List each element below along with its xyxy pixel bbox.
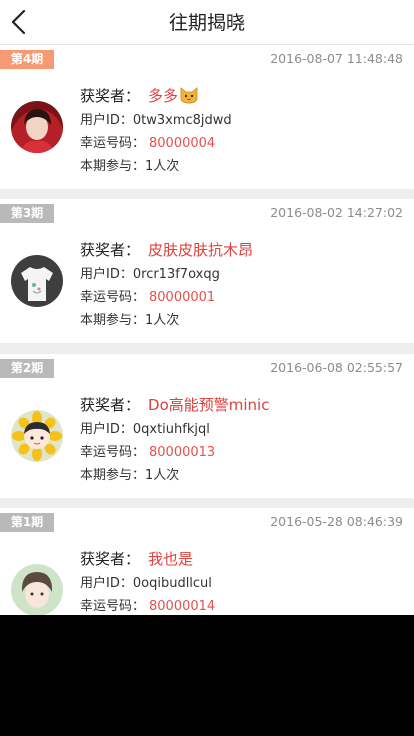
avatar bbox=[11, 564, 63, 615]
draw-time: 2016-06-08 02:55:57 bbox=[270, 360, 403, 375]
participation-label: 本期参与： bbox=[80, 159, 146, 174]
winner-name[interactable]: 我也是 bbox=[148, 550, 193, 568]
participation-row: 本期参与：1人次 bbox=[80, 155, 232, 178]
user-id-value: 0oqibudllcul bbox=[132, 576, 212, 591]
lucky-number-row: 幸运号码： 80000014 bbox=[80, 595, 215, 615]
winner-name[interactable]: 多多 bbox=[148, 87, 178, 105]
participation-label: 本期参与： bbox=[80, 468, 146, 483]
winner-row: 获奖者： 我也是 bbox=[80, 546, 215, 572]
draw-time: 2016-05-28 08:46:39 bbox=[270, 514, 403, 529]
participation-value: 1人次 bbox=[145, 313, 180, 328]
user-id-label: 用户ID： bbox=[80, 267, 133, 282]
winner-row: 获奖者： 多多 bbox=[80, 83, 232, 109]
lucky-number-value: 80000014 bbox=[149, 599, 216, 614]
lucky-number-label: 幸运号码： bbox=[80, 290, 146, 305]
period-tag: 第2期 bbox=[0, 359, 54, 378]
user-id-value: 0rcr13f7oxqg bbox=[132, 267, 220, 282]
lucky-number-value: 80000013 bbox=[149, 445, 216, 460]
winner-label: 获奖者： bbox=[80, 396, 141, 414]
lucky-number-row: 幸运号码： 80000001 bbox=[80, 286, 253, 309]
user-id-row: 用户ID：0oqibudllcul bbox=[80, 572, 215, 595]
nav-header: 往期揭晓 bbox=[0, 0, 414, 45]
record-card[interactable]: 第2期 2016-06-08 02:55:57 获奖者： Do高能预警minic… bbox=[0, 354, 414, 498]
lucky-number-value: 80000004 bbox=[149, 136, 216, 151]
back-button[interactable] bbox=[6, 7, 34, 37]
winner-label: 获奖者： bbox=[80, 550, 141, 568]
avatar bbox=[11, 101, 63, 153]
participation-label: 本期参与： bbox=[80, 313, 146, 328]
user-id-row: 用户ID：0tw3xmc8jdwd bbox=[80, 109, 232, 132]
record-card[interactable]: 第4期 2016-08-07 11:48:48 获奖者： 多多 用户ID：0tw3… bbox=[0, 45, 414, 189]
winner-row: 获奖者： 皮肤皮肤抗木昂 bbox=[80, 237, 253, 263]
winner-name[interactable]: Do高能预警minic bbox=[148, 396, 269, 414]
lucky-number-row: 幸运号码： 80000013 bbox=[80, 441, 269, 464]
user-id-value: 0qxtiuhfkjql bbox=[132, 422, 210, 437]
avatar bbox=[11, 255, 63, 307]
record-card[interactable]: 第1期 2016-05-28 08:46:39 获奖者： 我也是 用户ID：0oq… bbox=[0, 508, 414, 615]
period-tag: 第1期 bbox=[0, 513, 54, 532]
draw-time: 2016-08-02 14:27:02 bbox=[270, 205, 403, 220]
lucky-number-label: 幸运号码： bbox=[80, 599, 146, 614]
participation-row: 本期参与：1人次 bbox=[80, 309, 253, 332]
winner-label: 获奖者： bbox=[80, 87, 141, 105]
participation-value: 1人次 bbox=[145, 159, 180, 174]
app-screen: 往期揭晓 第4期 2016-08-07 11:48:48 获奖者： 多多 用户I… bbox=[0, 0, 414, 615]
page-title: 往期揭晓 bbox=[168, 12, 245, 34]
lucky-number-label: 幸运号码： bbox=[80, 136, 146, 151]
winner-name[interactable]: 皮肤皮肤抗木昂 bbox=[148, 241, 253, 259]
user-id-label: 用户ID： bbox=[80, 113, 133, 128]
participation-row: 本期参与：1人次 bbox=[80, 464, 269, 487]
cat-emoji-icon bbox=[180, 87, 198, 104]
winner-row: 获奖者： Do高能预警minic bbox=[80, 392, 269, 418]
avatar bbox=[11, 410, 63, 462]
draw-time: 2016-08-07 11:48:48 bbox=[270, 51, 403, 66]
lucky-number-value: 80000001 bbox=[149, 290, 216, 305]
period-tag: 第4期 bbox=[0, 50, 54, 69]
user-id-label: 用户ID： bbox=[80, 422, 133, 437]
record-card[interactable]: 第3期 2016-08-02 14:27:02 获奖者： 皮肤皮肤抗木昂 用户ID… bbox=[0, 199, 414, 343]
user-id-value: 0tw3xmc8jdwd bbox=[132, 113, 232, 128]
participation-value: 1人次 bbox=[145, 468, 180, 483]
chevron-left-icon bbox=[11, 9, 26, 35]
user-id-label: 用户ID： bbox=[80, 576, 133, 591]
period-tag: 第3期 bbox=[0, 204, 54, 223]
lucky-number-label: 幸运号码： bbox=[80, 445, 146, 460]
lucky-number-row: 幸运号码： 80000004 bbox=[80, 132, 232, 155]
user-id-row: 用户ID：0qxtiuhfkjql bbox=[80, 418, 269, 441]
winner-label: 获奖者： bbox=[80, 241, 141, 259]
user-id-row: 用户ID：0rcr13f7oxqg bbox=[80, 263, 253, 286]
